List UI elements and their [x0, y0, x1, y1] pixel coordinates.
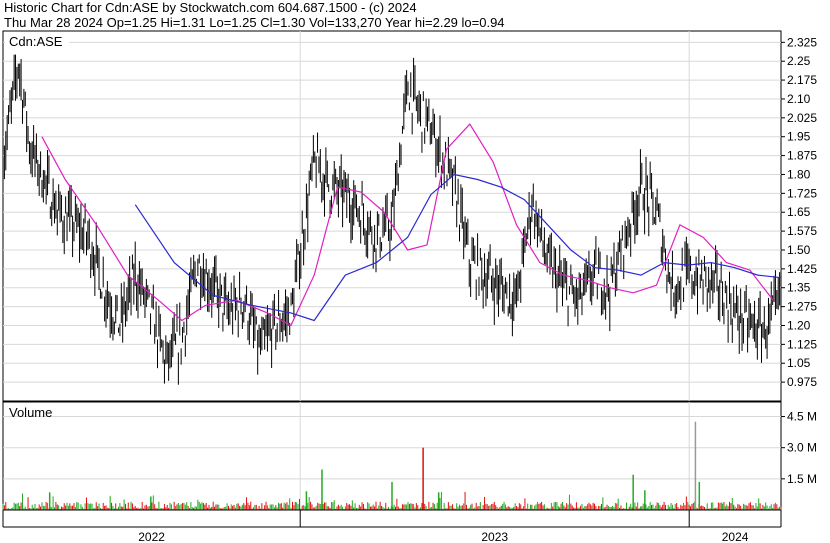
- price-tick-label: 1.95: [787, 130, 811, 144]
- time-axis: 2022 2023 2024: [2, 509, 782, 543]
- volume-tick-label: 4.5 M: [787, 410, 817, 424]
- year-label: 2024: [722, 530, 749, 543]
- price-tick-label: 0.975: [787, 375, 817, 389]
- price-panel-label: Cdn:ASE: [9, 34, 63, 49]
- year-label: 2023: [481, 530, 508, 543]
- price-tick-label: 1.35: [787, 281, 811, 295]
- price-tick-label: 1.65: [787, 205, 811, 219]
- volume-panel: 4.5 M 3.0 M 1.5 M Volume: [2, 401, 817, 511]
- moving-average-short-line: [41, 123, 774, 327]
- price-tick-label: 1.50: [787, 243, 811, 257]
- volume-panel-label: Volume: [9, 405, 52, 420]
- year-label: 2022: [138, 530, 165, 543]
- price-tick-label: 1.875: [787, 149, 817, 163]
- price-tick-label: 1.80: [787, 167, 811, 181]
- price-panel: 2.325 2.25 2.175 2.10 2.025 1.95 1.875 1.80 1.72…: [2, 30, 817, 402]
- stock-chart: 2.325 2.25 2.175 2.10 2.025 1.95 1.875 1.80 1.72…: [2, 30, 817, 543]
- price-tick-label: 2.025: [787, 111, 817, 125]
- price-tick-label: 1.275: [787, 300, 817, 314]
- price-tick-label: 1.05: [787, 356, 811, 370]
- price-tick-label: 2.325: [787, 35, 817, 49]
- price-tick-label: 2.175: [787, 73, 817, 87]
- price-tick-label: 2.25: [787, 54, 811, 68]
- price-tick-label: 1.125: [787, 337, 817, 351]
- price-tick-label: 1.725: [787, 186, 817, 200]
- volume-tick-label: 1.5 M: [787, 472, 817, 486]
- volume-tick-label: 3.0 M: [787, 441, 817, 455]
- price-tick-label: 1.20: [787, 318, 811, 332]
- price-tick-label: 1.425: [787, 262, 817, 276]
- price-tick-label: 1.575: [787, 224, 817, 238]
- price-tick-label: 2.10: [787, 92, 811, 106]
